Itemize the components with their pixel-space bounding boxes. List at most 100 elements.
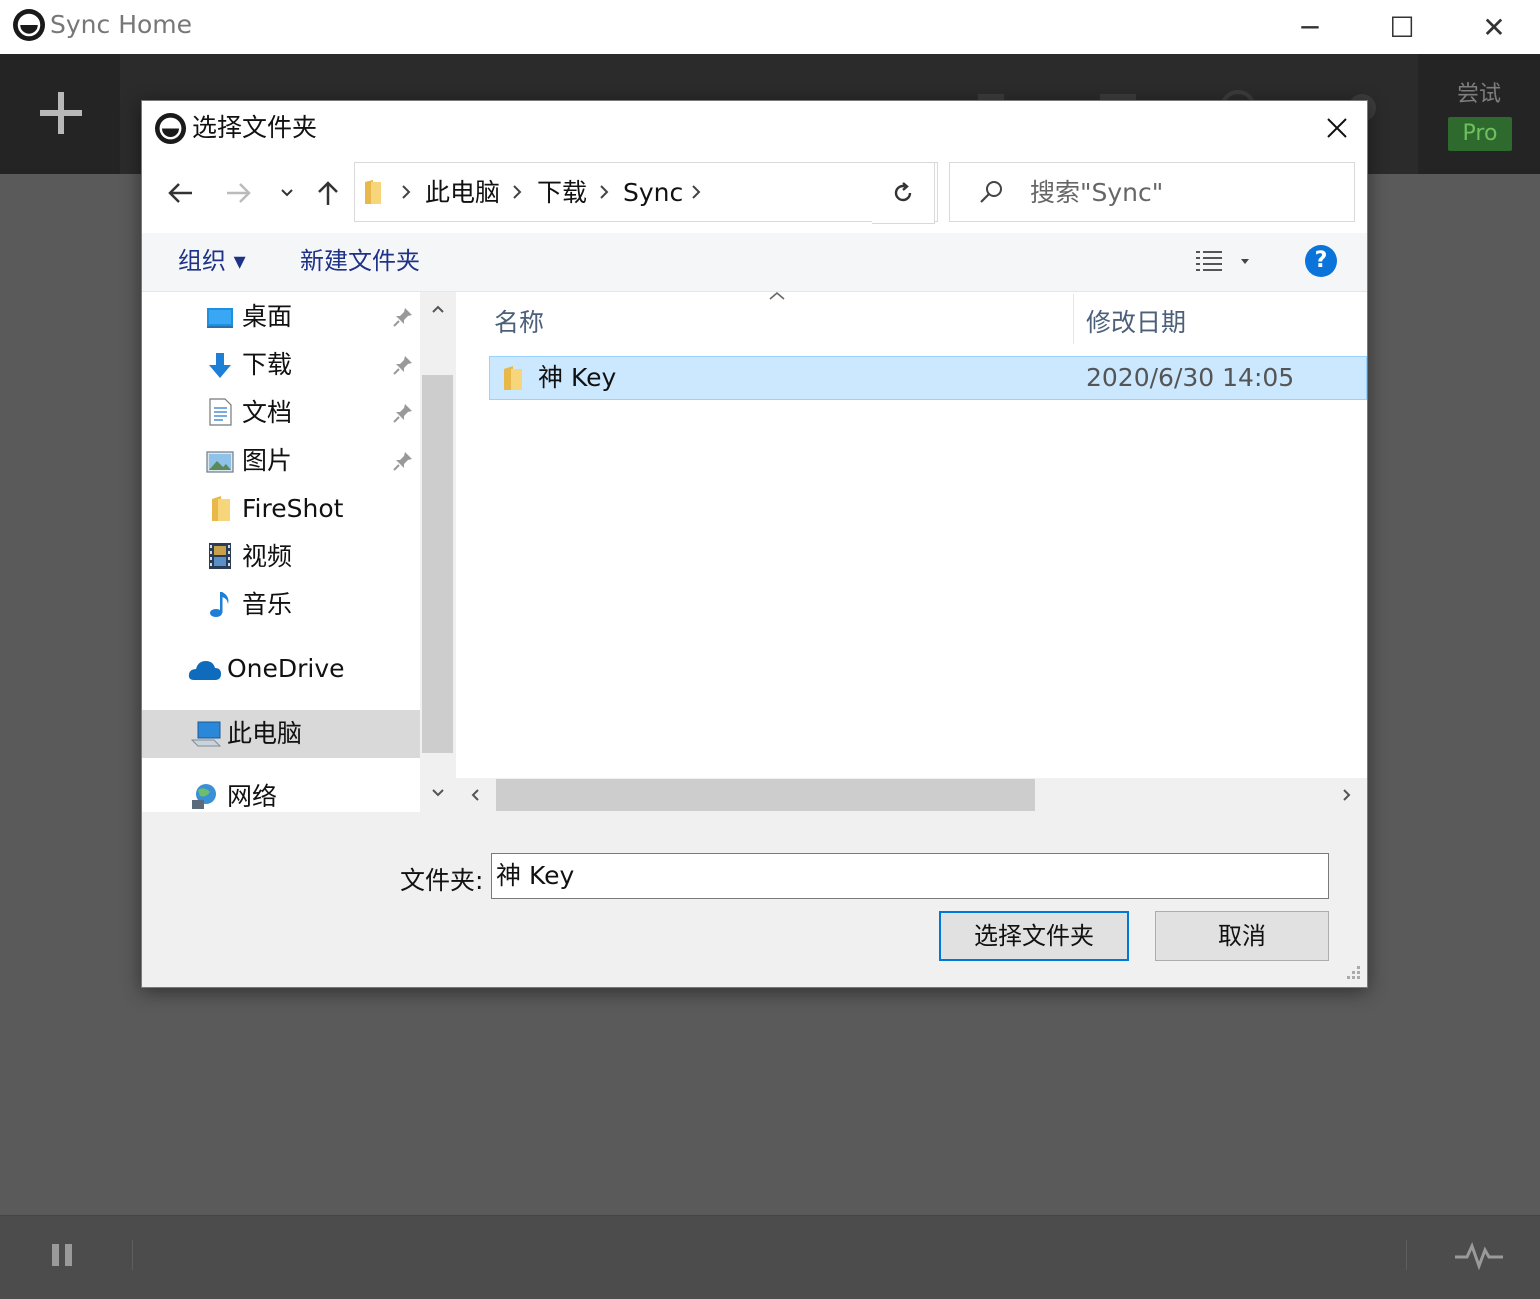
navigation-pane: 桌面 下载 文档 图片 FireShot 视频 音乐 OneDrive 此电脑 … <box>142 292 420 812</box>
chevron-right-icon <box>600 185 609 199</box>
arrow-left-icon <box>168 183 192 203</box>
file-list-scroll-thumb[interactable] <box>496 779 1035 811</box>
nav-item-label: 网络 <box>227 782 278 811</box>
folder-field-label: 文件夹: <box>400 866 484 895</box>
refresh-button[interactable] <box>872 162 935 224</box>
arrow-up-icon <box>318 181 338 205</box>
nav-item-pictures[interactable]: 图片 <box>142 438 420 484</box>
column-header-modified[interactable]: 修改日期 <box>1086 303 1186 339</box>
nav-item-label: FireShot <box>242 494 344 523</box>
organize-menu[interactable]: 组织 ▾ <box>178 246 246 276</box>
nav-item-label: 视频 <box>242 542 293 571</box>
sync-logo-icon <box>154 112 187 145</box>
view-options-button[interactable] <box>1188 246 1268 278</box>
nav-item-label: OneDrive <box>227 654 345 683</box>
scroll-up-icon[interactable] <box>431 304 445 314</box>
activity-icon[interactable] <box>1455 1240 1503 1270</box>
search-box[interactable]: 搜索"Sync" <box>949 162 1355 222</box>
nav-item-label: 下载 <box>242 350 293 379</box>
dialog-title: 选择文件夹 <box>192 113 318 142</box>
resize-grip-icon[interactable] <box>1342 963 1362 983</box>
up-button[interactable] <box>308 167 348 219</box>
nav-item-fireshot[interactable]: FireShot <box>142 486 420 532</box>
try-label: 尝试 <box>1456 82 1501 107</box>
nav-item-documents[interactable]: 文档 <box>142 390 420 436</box>
add-icon[interactable] <box>38 90 84 136</box>
nav-item-onedrive[interactable]: OneDrive <box>142 646 420 692</box>
video-icon <box>209 543 231 569</box>
nav-item-label: 音乐 <box>242 590 293 619</box>
dialog-title-bar <box>142 101 1367 155</box>
minimize-button[interactable]: ─ <box>1264 0 1356 54</box>
column-header-name[interactable]: 名称 <box>494 303 544 339</box>
caret-down-icon <box>1241 259 1249 264</box>
select-folder-dialog: 选择文件夹 此电脑 下载 Sync 搜索"Sync" 组织 ▾ 新建文件夹 ? … <box>141 100 1368 988</box>
folder-icon <box>504 366 522 390</box>
file-modified-date: 2020/6/30 14:05 <box>1086 363 1295 392</box>
folder-icon <box>212 496 230 521</box>
breadcrumb-this-pc[interactable]: 此电脑 <box>425 178 500 208</box>
nav-pane-scroll-thumb[interactable] <box>422 375 453 753</box>
chevron-right-icon <box>402 185 411 199</box>
maximize-icon: ☐ <box>1389 10 1415 44</box>
download-icon <box>209 353 231 378</box>
folder-icon <box>365 180 381 204</box>
sync-logo-icon <box>13 9 45 41</box>
nav-item-downloads[interactable]: 下载 <box>142 342 420 388</box>
address-bar[interactable]: 此电脑 下载 Sync <box>354 162 1060 222</box>
pictures-icon <box>206 451 234 473</box>
file-row-selected[interactable]: 神 Key 2020/6/30 14:05 <box>489 356 1367 400</box>
folder-name-input[interactable]: 神 Key <box>491 853 1329 899</box>
scroll-down-icon[interactable] <box>431 788 445 798</box>
pause-icon[interactable] <box>50 1242 74 1268</box>
help-icon: ? <box>1314 248 1328 273</box>
pro-badge[interactable]: Pro <box>1448 117 1512 151</box>
onedrive-cloud-icon <box>188 661 221 680</box>
nav-item-desktop[interactable]: 桌面 <box>142 294 420 340</box>
music-icon <box>210 592 229 617</box>
recent-locations-button[interactable] <box>267 167 307 219</box>
pin-icon[interactable] <box>392 402 414 424</box>
pro-panel[interactable] <box>1418 54 1540 174</box>
scroll-right-icon[interactable] <box>1342 788 1352 802</box>
arrow-right-icon <box>227 183 251 203</box>
computer-icon <box>190 721 222 747</box>
status-divider <box>1406 1240 1407 1270</box>
breadcrumb-sync[interactable]: Sync <box>623 178 683 208</box>
nav-item-label: 此电脑 <box>227 719 303 748</box>
new-folder-button[interactable]: 新建文件夹 <box>300 246 420 276</box>
nav-item-this-pc[interactable]: 此电脑 <box>142 710 420 758</box>
search-input[interactable]: 搜索"Sync" <box>1030 178 1163 208</box>
network-icon <box>192 784 216 809</box>
chevron-right-icon <box>513 185 522 199</box>
nav-item-videos[interactable]: 视频 <box>142 534 420 580</box>
minimize-icon: ─ <box>1301 10 1319 44</box>
cancel-button[interactable]: 取消 <box>1155 911 1329 961</box>
dialog-close-button[interactable] <box>1307 101 1367 155</box>
close-window-button[interactable]: ✕ <box>1448 0 1540 54</box>
status-bar <box>0 1215 1540 1299</box>
breadcrumb-downloads[interactable]: 下载 <box>537 178 587 208</box>
chevron-right-icon <box>692 185 701 199</box>
pin-icon[interactable] <box>392 354 414 376</box>
close-icon <box>1327 118 1347 138</box>
scroll-left-icon[interactable] <box>470 788 480 802</box>
nav-item-music[interactable]: 音乐 <box>142 582 420 628</box>
maximize-button[interactable]: ☐ <box>1356 0 1448 54</box>
nav-item-label: 桌面 <box>242 302 293 331</box>
select-folder-button[interactable]: 选择文件夹 <box>939 911 1129 961</box>
status-divider <box>132 1240 133 1270</box>
pin-icon[interactable] <box>392 306 414 328</box>
sort-ascending-icon <box>769 291 785 300</box>
desktop-icon <box>207 308 233 328</box>
help-button[interactable]: ? <box>1305 245 1337 277</box>
forward-button[interactable] <box>218 167 258 219</box>
document-icon <box>209 398 232 426</box>
pin-icon[interactable] <box>392 450 414 472</box>
back-button[interactable] <box>161 167 201 219</box>
nav-item-label: 图片 <box>242 446 293 475</box>
column-divider[interactable] <box>1073 294 1074 344</box>
nav-item-network[interactable]: 网络 <box>142 774 420 812</box>
chevron-down-icon <box>281 189 293 197</box>
refresh-icon <box>894 182 912 202</box>
